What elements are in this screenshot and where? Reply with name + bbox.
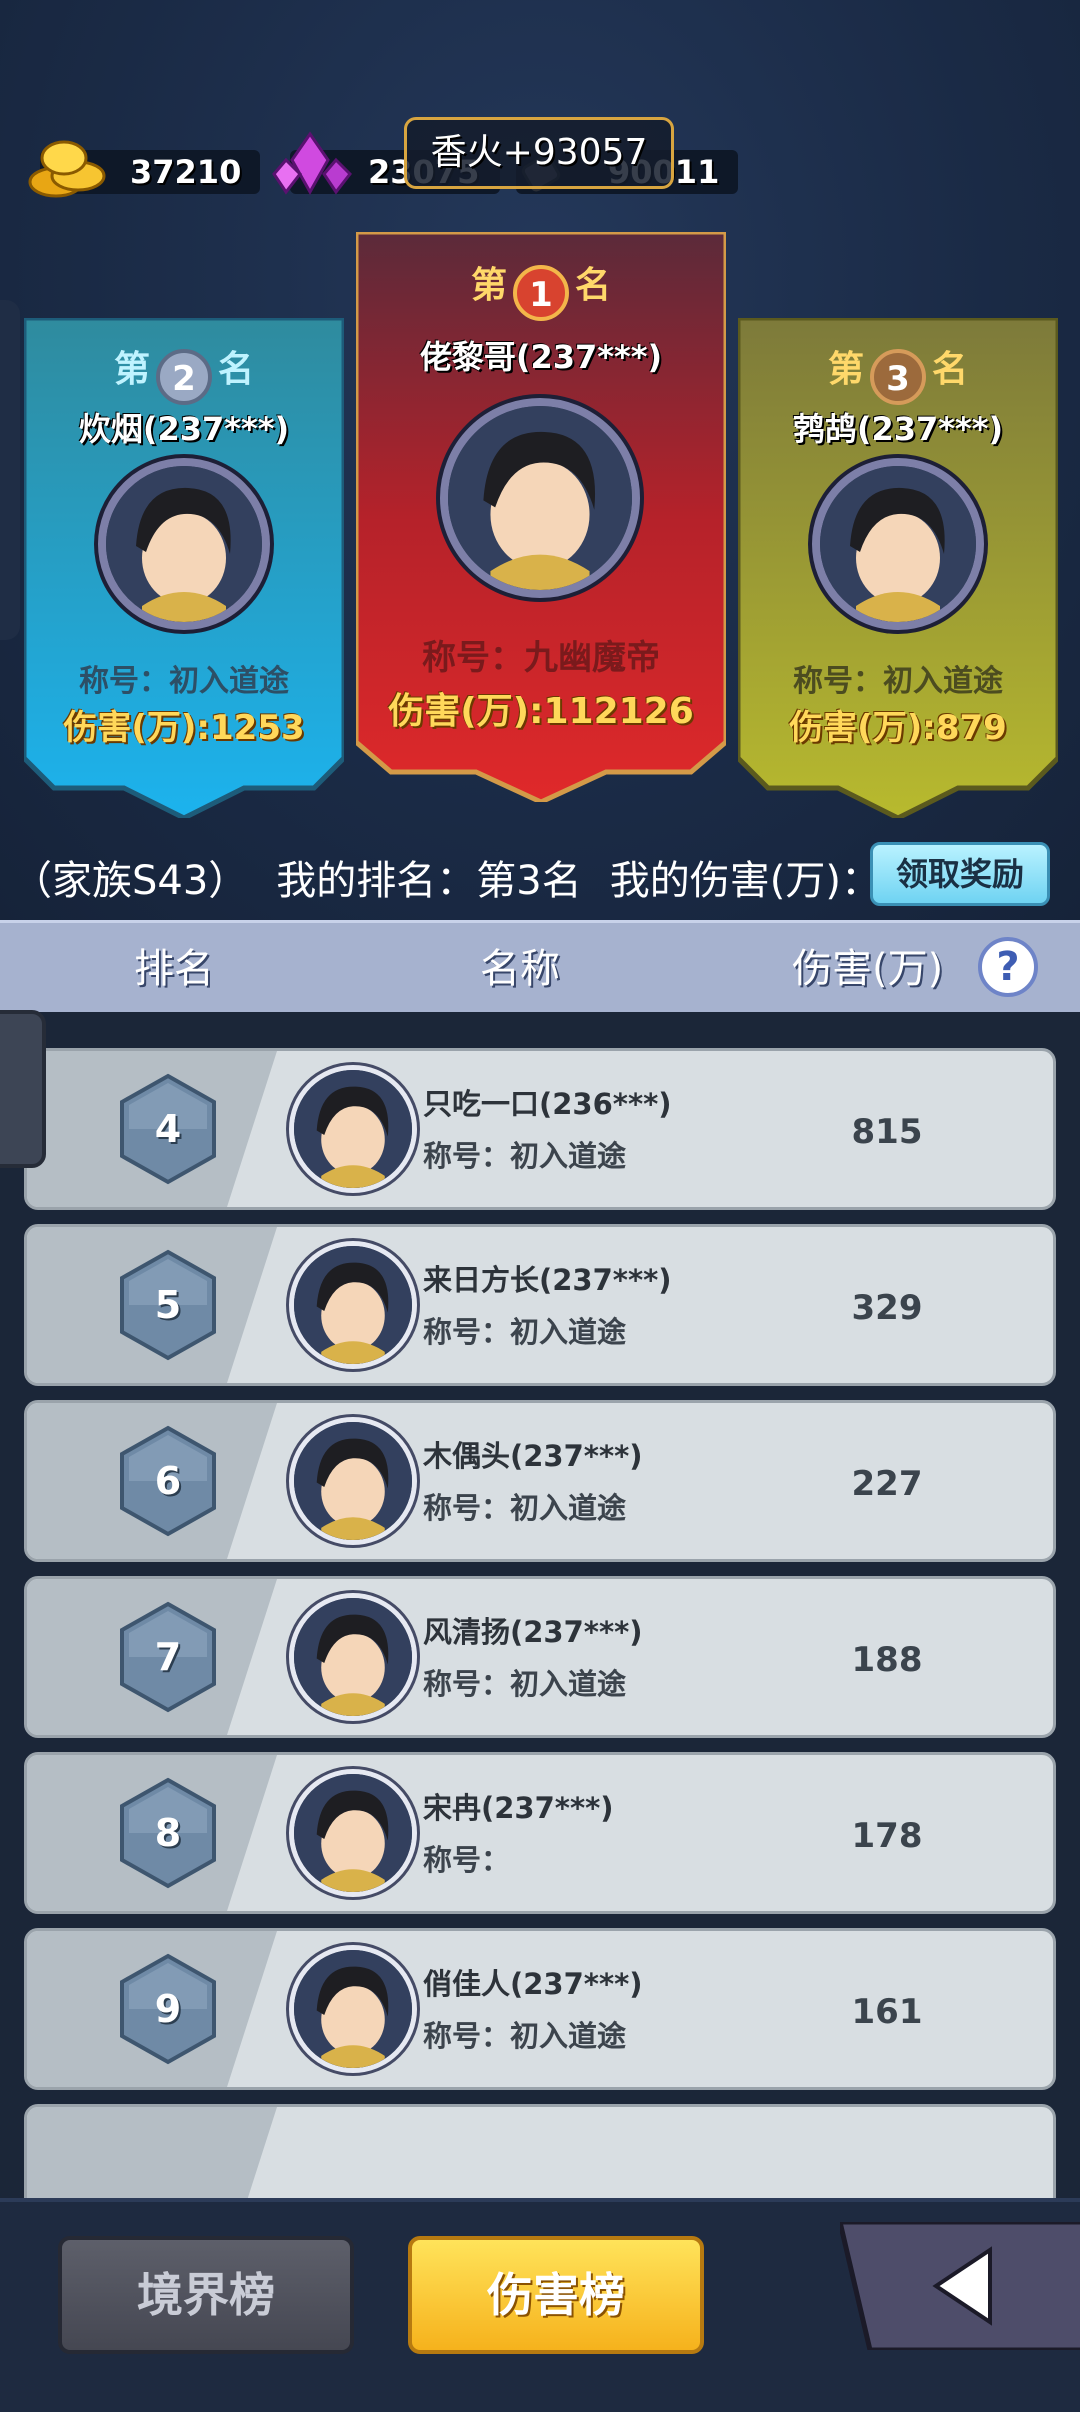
incense-reward-popup: 香火+93057 bbox=[404, 117, 674, 189]
ranking-list[interactable]: 4 只吃一口(236***) 称号：初入道途 815 5 来日方长(237***… bbox=[0, 1012, 1080, 2198]
tab-damage-ranking[interactable]: 伤害榜 bbox=[408, 2236, 704, 2354]
first-title: 称号：九幽魔帝 bbox=[422, 638, 660, 678]
table-row[interactable]: 8 宋冉(237***) 称号： 178 bbox=[24, 1752, 1056, 1914]
row-player-title: 称号： bbox=[423, 1843, 511, 1877]
second-avatar bbox=[98, 458, 270, 630]
table-row-partial[interactable] bbox=[24, 2104, 1056, 2198]
row-player-name: 风清扬(237***) bbox=[423, 1615, 643, 1649]
side-pull-tab[interactable] bbox=[0, 1010, 46, 1168]
first-player-name: 佬黎哥(237***) bbox=[419, 338, 663, 376]
row-rank: 6 bbox=[154, 1459, 182, 1503]
third-player-name: 鹁鸪(237***) bbox=[792, 410, 1004, 448]
row-rank: 7 bbox=[154, 1635, 182, 1679]
row-damage: 161 bbox=[851, 1992, 923, 2032]
podium-first-card[interactable]: 第1名 佬黎哥(237***) 称号：九幽魔帝 伤害(万):112126 bbox=[356, 232, 726, 802]
character-portrait-icon bbox=[294, 1950, 412, 2068]
character-portrait-icon bbox=[106, 466, 262, 622]
table-row[interactable]: 5 来日方长(237***) 称号：初入道途 329 bbox=[24, 1224, 1056, 1386]
row-player-title: 称号：初入道途 bbox=[423, 1667, 627, 1701]
gold-coins-icon bbox=[28, 140, 106, 198]
table-row[interactable]: 6 木偶头(237***) 称号：初入道途 227 bbox=[24, 1400, 1056, 1562]
my-rank-info: （家族S43） 我的排名：第3名 我的伤害(万)：879 bbox=[12, 848, 985, 906]
gold-amount: 37210 bbox=[130, 153, 242, 191]
tab-realm-ranking[interactable]: 境界榜 bbox=[58, 2236, 354, 2354]
row-player-title: 称号：初入道途 bbox=[423, 1491, 627, 1525]
second-rank-title: 第2名 bbox=[24, 340, 344, 405]
table-row[interactable]: 4 只吃一口(236***) 称号：初入道途 815 bbox=[24, 1048, 1056, 1210]
bronze-medal-icon: 3 bbox=[870, 348, 926, 405]
row-rank: 4 bbox=[154, 1107, 182, 1151]
character-portrait-icon bbox=[294, 1774, 412, 1892]
row-player-name: 只吃一口(236***) bbox=[423, 1087, 672, 1121]
claim-reward-button[interactable]: 领取奖励 bbox=[870, 842, 1050, 906]
row-damage: 188 bbox=[851, 1640, 923, 1680]
third-title: 称号：初入道途 bbox=[793, 664, 1003, 699]
my-rank-label: 我的排名：第3名 bbox=[276, 858, 582, 904]
character-portrait-icon bbox=[294, 1246, 412, 1364]
row-avatar bbox=[289, 1593, 417, 1721]
row-player-name: 来日方长(237***) bbox=[423, 1263, 672, 1297]
row-damage: 815 bbox=[851, 1112, 923, 1152]
row-player-name: 俏佳人(237***) bbox=[423, 1967, 643, 2001]
character-portrait-icon bbox=[294, 1070, 412, 1188]
row-damage: 329 bbox=[851, 1288, 923, 1328]
left-edge-handle bbox=[0, 300, 20, 640]
header-name: 名称 bbox=[480, 946, 560, 992]
back-button[interactable] bbox=[840, 2222, 1080, 2350]
gold-medal-icon: 1 bbox=[513, 264, 569, 321]
third-avatar bbox=[812, 458, 984, 630]
second-player-name: 炊烟(237***) bbox=[78, 410, 290, 448]
purple-gems-icon bbox=[272, 131, 352, 196]
row-rank-panel bbox=[27, 2107, 277, 2198]
table-row[interactable]: 7 风清扬(237***) 称号：初入道途 188 bbox=[24, 1576, 1056, 1738]
third-damage: 伤害(万):879 bbox=[789, 708, 1007, 748]
row-player-name: 宋冉(237***) bbox=[423, 1791, 614, 1825]
row-rank: 9 bbox=[154, 1987, 182, 2031]
podium-third-card[interactable]: 第3名 鹁鸪(237***) 称号：初入道途 伤害(万):879 bbox=[738, 318, 1058, 818]
row-avatar bbox=[289, 1769, 417, 1897]
gold-currency: 37210 bbox=[28, 140, 260, 198]
row-player-name: 木偶头(237***) bbox=[423, 1439, 643, 1473]
row-damage: 227 bbox=[851, 1464, 923, 1504]
first-damage: 伤害(万):112126 bbox=[388, 691, 694, 732]
silver-medal-icon: 2 bbox=[156, 348, 212, 405]
header-damage: 伤害(万) bbox=[792, 946, 944, 992]
second-title: 称号：初入道途 bbox=[79, 664, 289, 699]
row-avatar bbox=[289, 1417, 417, 1545]
row-avatar bbox=[289, 1945, 417, 2073]
row-avatar bbox=[289, 1241, 417, 1369]
help-icon[interactable]: ? bbox=[978, 937, 1038, 997]
header-rank: 排名 bbox=[134, 946, 214, 992]
character-portrait-icon bbox=[448, 406, 632, 590]
row-player-title: 称号：初入道途 bbox=[423, 1315, 627, 1349]
character-portrait-icon bbox=[294, 1598, 412, 1716]
first-avatar bbox=[440, 398, 640, 598]
second-damage: 伤害(万):1253 bbox=[63, 708, 305, 748]
first-rank-title: 第1名 bbox=[356, 256, 726, 321]
row-avatar bbox=[289, 1065, 417, 1193]
row-player-title: 称号：初入道途 bbox=[423, 2019, 627, 2053]
clan-label: （家族S43） bbox=[12, 858, 249, 904]
row-player-title: 称号：初入道途 bbox=[423, 1139, 627, 1173]
ranking-table-header: 排名 名称 伤害(万) ? bbox=[0, 920, 1080, 1012]
character-portrait-icon bbox=[294, 1422, 412, 1540]
podium-second-card[interactable]: 第2名 炊烟(237***) 称号：初入道途 伤害(万):1253 bbox=[24, 318, 344, 818]
third-rank-title: 第3名 bbox=[738, 340, 1058, 405]
row-rank: 5 bbox=[154, 1283, 182, 1327]
row-damage: 178 bbox=[851, 1816, 923, 1856]
table-row[interactable]: 9 俏佳人(237***) 称号：初入道途 161 bbox=[24, 1928, 1056, 2090]
row-rank: 8 bbox=[154, 1811, 182, 1855]
bottom-bar: 境界榜 伤害榜 bbox=[0, 2198, 1080, 2412]
character-portrait-icon bbox=[820, 466, 976, 622]
